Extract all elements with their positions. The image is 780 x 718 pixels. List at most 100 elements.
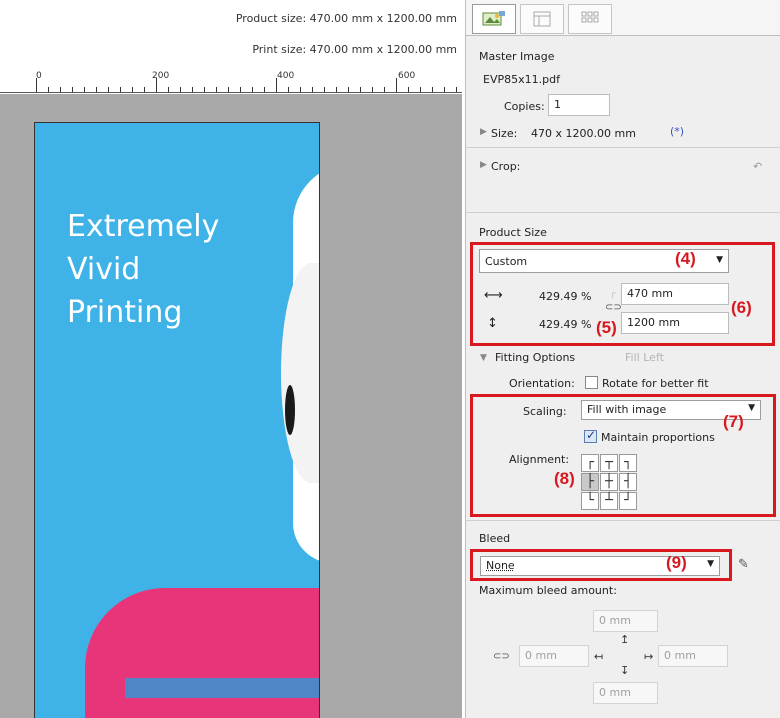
- ruler-tick: [360, 87, 361, 92]
- expand-size-icon[interactable]: ▶: [480, 127, 487, 137]
- ruler-tick: [396, 78, 397, 92]
- ruler-tick: [84, 87, 85, 92]
- poster-hair-shade: [281, 263, 319, 483]
- ruler-tick: [312, 87, 313, 92]
- crop-label: Crop:: [491, 160, 521, 173]
- size-value: 470 x 1200.00 mm: [531, 127, 636, 140]
- ruler-tick: [192, 87, 193, 92]
- image-layout-icon: [482, 11, 505, 26]
- master-image-title: Master Image: [479, 50, 555, 63]
- ruler-tick: [204, 87, 205, 92]
- tab-image-layout[interactable]: [472, 4, 516, 34]
- edit-pencil-icon[interactable]: ✎: [738, 557, 749, 572]
- ruler-tick: [36, 78, 37, 92]
- ruler-tick: [168, 87, 169, 92]
- canvas-area: Product size: 470.00 mm x 1200.00 mm Pri…: [0, 0, 465, 718]
- ruler-tick: [420, 87, 421, 92]
- ruler-tick: [120, 87, 121, 92]
- rotate-checkbox[interactable]: [585, 376, 598, 389]
- ruler-tick: [72, 87, 73, 92]
- ruler-tick: [300, 87, 301, 92]
- poster-line: Extremely: [67, 209, 220, 244]
- annotation-9: (9): [666, 553, 687, 572]
- ruler-tick: [456, 87, 457, 92]
- annotation-5: (5): [596, 318, 617, 337]
- ruler-tick: [132, 87, 133, 92]
- ruler-tick: [216, 87, 217, 92]
- max-bleed-label: Maximum bleed amount:: [479, 584, 617, 597]
- ruler-label: 200: [152, 71, 170, 81]
- ruler-tick: [144, 87, 145, 92]
- master-image-filename: EVP85x11.pdf: [483, 73, 560, 86]
- poster-line: Vivid: [67, 252, 141, 287]
- ruler-tick: [348, 87, 349, 92]
- bleed-right-arrow-icon: ↦: [644, 650, 654, 663]
- ruler-tick: [432, 87, 433, 92]
- annotation-8: (8): [554, 469, 575, 488]
- panel-tab-bar: [466, 0, 780, 36]
- undo-icon[interactable]: ↶: [753, 160, 762, 173]
- rotate-label: Rotate for better fit: [602, 377, 709, 390]
- ruler-tick: [444, 87, 445, 92]
- copies-input[interactable]: 1: [548, 94, 610, 116]
- bleed-top-input[interactable]: 0 mm: [593, 610, 658, 632]
- ruler-tick: [372, 87, 373, 92]
- divider: [466, 520, 780, 521]
- bleed-left-arrow-icon: ↤: [594, 650, 604, 663]
- bleed-left-input[interactable]: 0 mm: [519, 645, 589, 667]
- ruler-tick: [252, 87, 253, 92]
- ruler-tick: [240, 87, 241, 92]
- ruler-tick: [384, 87, 385, 92]
- poster-earring: [285, 385, 295, 435]
- poster-line: Printing: [67, 295, 183, 330]
- bleed-top-arrow-icon: ↥: [620, 633, 630, 646]
- tab-tiles[interactable]: [568, 4, 612, 34]
- ruler-label: 400: [277, 71, 295, 81]
- size-label: Size:: [491, 127, 518, 140]
- tab-template[interactable]: [520, 4, 564, 34]
- ruler-tick: [336, 87, 337, 92]
- ruler-label: 600: [398, 71, 416, 81]
- poster-shirt: [85, 588, 319, 718]
- copies-label: Copies:: [504, 100, 545, 113]
- ruler-tick: [276, 78, 277, 92]
- link-bleed-icon[interactable]: ⊂⊃: [493, 651, 510, 662]
- tile-grid-icon: [581, 11, 599, 23]
- annotation-box-product-size: [470, 242, 775, 346]
- annotation-6: (6): [731, 298, 752, 317]
- annotation-4: (4): [675, 249, 696, 268]
- poster-preview[interactable]: Extremely Vivid Printing: [34, 122, 320, 718]
- poster-headline: Extremely Vivid Printing: [67, 205, 219, 334]
- horizontal-ruler: 0 200 400 600: [0, 69, 462, 93]
- product-size-readout: Product size: 470.00 mm x 1200.00 mm: [235, 12, 457, 25]
- divider: [466, 212, 780, 213]
- template-icon: [533, 11, 551, 27]
- ruler-tick: [180, 87, 181, 92]
- bleed-title: Bleed: [479, 532, 511, 545]
- ruler-tick: [48, 87, 49, 92]
- bleed-bottom-input[interactable]: 0 mm: [593, 682, 658, 704]
- fitting-hint: Fill Left: [625, 351, 664, 364]
- ruler-tick: [96, 87, 97, 92]
- product-size-title: Product Size: [479, 226, 547, 239]
- size-marker: (*): [670, 125, 685, 138]
- ruler-tick: [108, 87, 109, 92]
- ruler-tick: [228, 87, 229, 92]
- bleed-bottom-arrow-icon: ↧: [620, 664, 630, 677]
- annotation-box-bleed: [470, 549, 732, 581]
- properties-panel: Master Image EVP85x11.pdf Copies: 1 ▶ Si…: [465, 0, 780, 718]
- print-size-readout: Print size: 470.00 mm x 1200.00 mm: [252, 43, 457, 56]
- poster-shirt-stripe: [125, 678, 319, 698]
- fitting-options-title: Fitting Options: [495, 351, 576, 364]
- ruler-tick: [324, 87, 325, 92]
- orientation-label: Orientation:: [509, 377, 575, 390]
- ruler-tick: [288, 87, 289, 92]
- bleed-right-input[interactable]: 0 mm: [658, 645, 728, 667]
- ruler-tick: [264, 87, 265, 92]
- ruler-tick: [156, 78, 157, 92]
- expand-crop-icon[interactable]: ▶: [480, 160, 487, 170]
- ruler-tick: [408, 87, 409, 92]
- annotation-7: (7): [723, 412, 744, 431]
- collapse-fitting-icon[interactable]: ▼: [480, 353, 487, 363]
- ruler-tick: [60, 87, 61, 92]
